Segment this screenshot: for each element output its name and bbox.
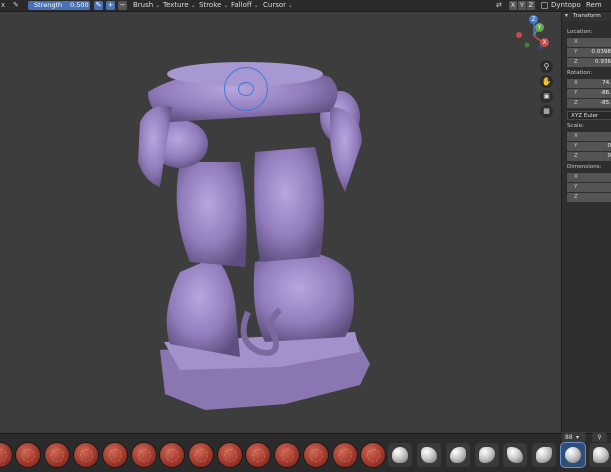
ortho-grid-icon[interactable]: ▦ <box>540 105 553 118</box>
scale-label: Scale: <box>567 123 584 129</box>
scale-z-field[interactable]: Z0 <box>567 152 611 161</box>
gizmo-y-axis[interactable]: Y <box>535 23 544 32</box>
collection-chevron-icon: ▾ <box>576 434 580 441</box>
texture-menu[interactable]: Texture <box>163 0 196 11</box>
sculpt-brush-thumbnail[interactable] <box>304 443 328 467</box>
transform-panel-header[interactable]: ▾ Transform <box>562 12 611 21</box>
camera-view-icon[interactable]: ▣ <box>540 90 553 103</box>
rotation-mode-select[interactable]: XYZ Euler <box>567 111 611 120</box>
remesh-menu[interactable]: Rem <box>586 0 602 11</box>
shelf-collection-selector[interactable]: 88 ▾ <box>562 433 586 442</box>
sculpt-brush-thumbnail[interactable] <box>45 443 69 467</box>
strength-label: Strength <box>34 1 63 9</box>
brush-shape-thumbnail-active[interactable] <box>561 443 585 467</box>
shelf-search-icon[interactable]: ⚲ <box>592 433 607 442</box>
dimensions-z-field[interactable]: Z <box>567 193 611 202</box>
3d-viewport[interactable]: Z Y X ⚲ ✋ ▣ ▦ <box>0 12 561 432</box>
rotation-x-field[interactable]: X 74. <box>567 79 611 88</box>
scale-x-field[interactable]: X <box>567 132 611 141</box>
dyntopo-label[interactable]: Dyntopo <box>551 0 581 11</box>
brush-shape-thumbnail[interactable] <box>532 443 556 467</box>
transform-title: Transform <box>573 13 601 19</box>
rotation-z-field[interactable]: Z -85. <box>567 99 611 108</box>
stroke-menu[interactable]: Stroke <box>199 0 228 11</box>
brush-asset-shelf: 88 ▾ ⚲ <box>0 433 611 472</box>
add-icon[interactable]: + <box>106 1 115 10</box>
symmetry-icon[interactable]: ⇄ <box>496 0 506 11</box>
location-z-field[interactable]: Z 0.936 <box>567 58 611 67</box>
location-label: Location: <box>567 29 593 35</box>
sculpt-brush-thumbnail[interactable] <box>275 443 299 467</box>
sculpt-brush-thumbnail[interactable] <box>160 443 184 467</box>
sculpture-mesh <box>138 62 370 410</box>
scale-y-field[interactable]: Y0 <box>567 142 611 151</box>
sculpt-brush-thumbnail[interactable] <box>361 443 385 467</box>
collapse-chevron-icon: ▾ <box>565 13 568 19</box>
location-x-field[interactable]: X <box>567 38 611 47</box>
rotation-label: Rotation: <box>567 70 593 76</box>
brush-shape-thumbnail[interactable] <box>388 443 412 467</box>
sculpt-brush-thumbnail[interactable] <box>246 443 270 467</box>
navigation-gizmo[interactable]: Z Y X <box>512 14 558 58</box>
brush-icon[interactable]: ✎ <box>13 0 23 11</box>
pressure-toggle-icon[interactable]: ✎ <box>94 1 103 10</box>
location-y-field[interactable]: Y 0.0398 <box>567 48 611 57</box>
symmetry-z-button[interactable]: Z <box>527 1 535 10</box>
strength-value: 0.500 <box>70 1 89 9</box>
sculpt-brush-thumbnail[interactable] <box>132 443 156 467</box>
cursor-menu[interactable]: Cursor <box>263 0 293 11</box>
brush-cursor-inner <box>238 82 254 96</box>
subtract-icon[interactable]: − <box>118 1 127 10</box>
dimensions-label: Dimensions: <box>567 164 602 170</box>
sculpt-brush-thumbnail[interactable] <box>0 443 12 467</box>
dimensions-x-field[interactable]: X <box>567 173 611 182</box>
sculpt-brush-thumbnail[interactable] <box>218 443 242 467</box>
sculpt-brush-thumbnail[interactable] <box>103 443 127 467</box>
pan-hand-icon[interactable]: ✋ <box>540 75 553 88</box>
sculpt-brush-thumbnail[interactable] <box>16 443 40 467</box>
tool-header: x ✎ Strength 0.500 ✎ + − Brush Texture S… <box>0 0 611 12</box>
brush-shape-thumbnail[interactable] <box>475 443 499 467</box>
falloff-menu[interactable]: Falloff <box>231 0 259 11</box>
brush-menu[interactable]: Brush <box>133 0 160 11</box>
sculpt-brush-thumbnail[interactable] <box>333 443 357 467</box>
zoom-icon[interactable]: ⚲ <box>540 60 553 73</box>
sculpt-brush-thumbnail[interactable] <box>74 443 98 467</box>
sidebar-n-panel: ▾ Transform Location: X Y 0.0398 Z 0.936 R… <box>561 12 611 432</box>
rotation-y-field[interactable]: Y -86. <box>567 89 611 98</box>
symmetry-y-button[interactable]: Y <box>518 1 526 10</box>
dimensions-y-field[interactable]: Y <box>567 183 611 192</box>
gizmo-x-axis[interactable]: X <box>540 38 549 47</box>
brush-shape-thumbnail[interactable] <box>446 443 470 467</box>
tool-mode-icon[interactable]: x <box>1 0 7 11</box>
brush-shape-thumbnail[interactable] <box>417 443 441 467</box>
sculpt-brush-thumbnail[interactable] <box>189 443 213 467</box>
brush-shape-thumbnail[interactable] <box>589 443 611 467</box>
dyntopo-checkbox[interactable] <box>541 2 548 9</box>
symmetry-x-button[interactable]: X <box>509 1 517 10</box>
brush-shape-thumbnail[interactable] <box>503 443 527 467</box>
